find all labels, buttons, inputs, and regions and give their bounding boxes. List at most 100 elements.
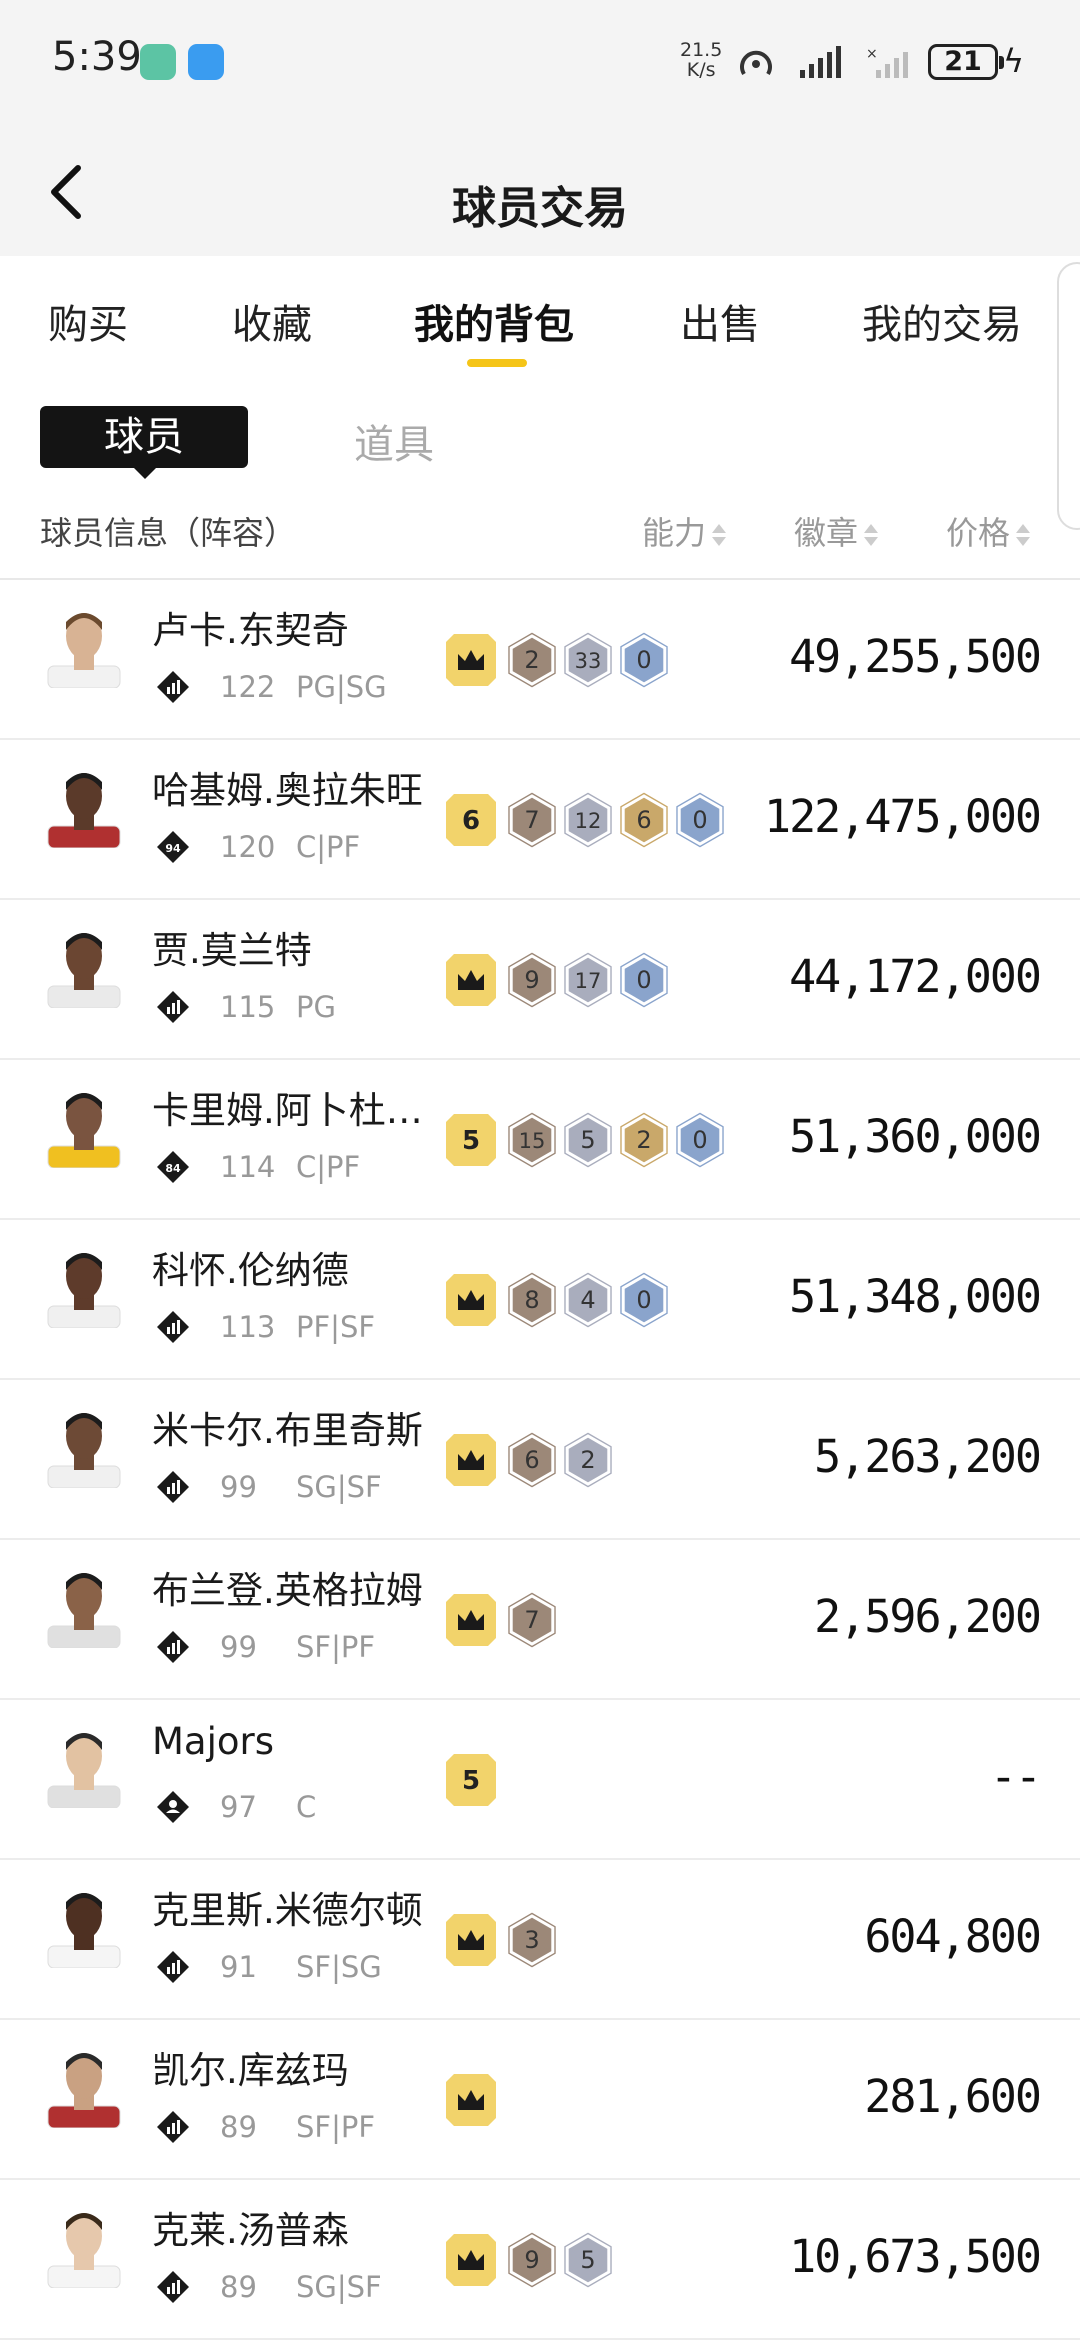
svg-text:5: 5 [462,1766,480,1796]
svg-text:2: 2 [636,1126,651,1154]
svg-text:6: 6 [462,806,480,836]
badge-group: 7 [446,1592,556,1648]
svg-text:5: 5 [580,1126,595,1154]
subtab-players[interactable]: 球员 [40,406,248,468]
sort-price[interactable]: 价格 [946,508,1032,554]
badge-blue: 0 [620,952,668,1008]
badge-silver: 4 [564,1272,612,1328]
badge-bronze: 3 [508,1912,556,1968]
signal-icon-2: × [866,46,908,78]
badge-group: 6 7 12 6 0 [446,792,724,848]
header-price-label: 价格 [946,514,1011,552]
message-notification-icon [188,44,224,80]
badge-bronze: 15 [508,1112,556,1168]
player-row[interactable]: 克里斯.米德尔顿 91 SF|SG 3 604,800 [0,1860,1080,2020]
player-avatar [47,613,121,688]
player-row[interactable]: 米卡尔.布里奇斯 99 SG|SF 6 2 5,263,200 [0,1380,1080,1540]
svg-text:0: 0 [636,646,651,674]
stats-type-icon [157,671,189,703]
svg-text:7: 7 [524,1606,539,1634]
player-rating: 99 [220,1630,257,1664]
svg-text:6: 6 [524,1446,539,1474]
battery-icon: 21 [928,44,1004,80]
player-position: PG [296,990,336,1024]
badge-silver: 12 [564,792,612,848]
stats-type-icon [157,1631,189,1663]
tab-favorites[interactable]: 收藏 [232,292,312,350]
subtab-items[interactable]: 道具 [354,412,434,470]
sort-icon [1016,524,1031,546]
badge-silver: 17 [564,952,612,1008]
player-position: C|PF [296,830,361,864]
player-row[interactable]: 卢卡.东契奇 122 PG|SG 2 33 0 49,255,500 [0,580,1080,740]
player-row[interactable]: 哈基姆.奥拉朱旺 94 120 C|PF 6 7 12 6 0 122,475,000 [0,740,1080,900]
crown-tier-icon [446,1434,496,1486]
player-avatar [47,1733,121,1808]
side-drawer-handle[interactable] [1057,262,1080,530]
stats-type-icon [157,1311,189,1343]
badge-silver: 33 [564,632,612,688]
header-badge-label: 徽章 [794,514,859,552]
svg-text:12: 12 [575,809,602,833]
player-name: 克里斯.米德尔顿 [152,1889,423,1932]
crown-tier-icon [446,2234,496,2286]
player-row[interactable]: 卡里姆.阿卜杜… 84 114 C|PF 5 15 5 2 0 51,360,000 [0,1060,1080,1220]
app-notification-icon [140,44,176,80]
player-price: 49,255,500 [789,630,1042,683]
badge-bronze: 8 [508,1272,556,1328]
badge-silver: 5 [564,2232,612,2288]
svg-text:9: 9 [524,2246,539,2274]
player-row[interactable]: Majors 97 C 5 -- [0,1700,1080,1860]
tab-my-backpack[interactable]: 我的背包 [414,292,574,350]
svg-text:17: 17 [575,969,602,993]
nav-bar: 球员交易 [0,120,1080,256]
page-title: 球员交易 [452,183,628,234]
header-player-info: 球员信息（阵容） [40,514,297,552]
player-row[interactable]: 贾.莫兰特 115 PG 9 17 0 44,172,000 [0,900,1080,1060]
badge-blue: 0 [676,1112,724,1168]
player-rating: 114 [220,1150,276,1184]
player-price: 2,596,200 [814,1590,1042,1643]
player-rating: 97 [220,1790,257,1824]
player-row[interactable]: 克莱.汤普森 89 SG|SF 9 5 10,673,500 [0,2180,1080,2340]
stats-type-icon [157,991,189,1023]
crown-tier-icon [446,954,496,1006]
player-position: SG|SF [296,2270,382,2304]
network-speed: 21.5 K/s [680,39,723,81]
player-row[interactable]: 科怀.伦纳德 113 PF|SF 8 4 0 51,348,000 [0,1220,1080,1380]
svg-text:4: 4 [580,1286,595,1314]
sort-badge[interactable]: 徽章 [794,508,880,554]
player-rating: 115 [220,990,276,1024]
table-header: 球员信息（阵容） 能力 徽章 价格 [0,500,1080,580]
player-avatar [47,1413,121,1488]
svg-text:0: 0 [636,966,651,994]
tab-buy[interactable]: 购买 [48,292,128,350]
svg-text:2: 2 [524,646,539,674]
active-tab-indicator [467,359,527,367]
tab-sell[interactable]: 出售 [680,292,760,350]
svg-text:5: 5 [580,2246,595,2274]
player-name: Majors [152,1720,275,1763]
player-row[interactable]: 布兰登.英格拉姆 99 SF|PF 7 2,596,200 [0,1540,1080,1700]
crown-tier-icon [446,1594,496,1646]
badge-group: 62 [446,1432,612,1488]
player-row[interactable]: 凯尔.库兹玛 89 SF|PF 281,600 [0,2020,1080,2180]
player-rating: 89 [220,2270,257,2304]
tab-my-trades[interactable]: 我的交易 [862,292,1022,350]
svg-text:94: 94 [165,842,181,855]
badge-bronze: 9 [508,2232,556,2288]
player-name: 卢卡.东契奇 [152,609,349,652]
header-ability-label: 能力 [642,514,707,552]
crown-tier-icon [446,2074,496,2126]
badge-group: 3 [446,1912,556,1968]
player-price: 5,263,200 [814,1430,1042,1483]
player-avatar [47,2213,121,2288]
sort-ability[interactable]: 能力 [642,508,728,554]
player-rating: 113 [220,1310,276,1344]
player-name: 哈基姆.奥拉朱旺 [152,769,423,812]
player-rating: 122 [220,670,276,704]
stats-type-icon [157,1951,189,1983]
crown-tier-icon [446,634,496,686]
player-name: 布兰登.英格拉姆 [152,1569,423,1612]
svg-text:5: 5 [462,1126,480,1156]
